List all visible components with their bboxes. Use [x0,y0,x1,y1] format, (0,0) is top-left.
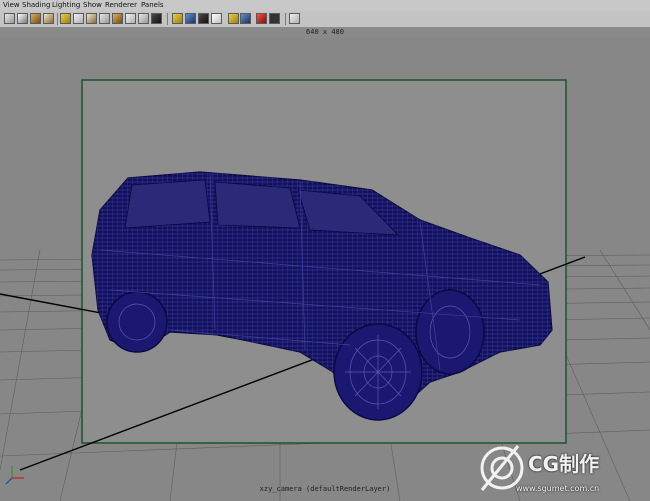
safe-action-icon[interactable] [112,13,123,24]
field-chart-icon[interactable] [99,13,110,24]
panel-toolbar [0,11,650,28]
use-all-lights-icon[interactable] [211,13,222,24]
textured-icon[interactable] [198,13,209,24]
select-camera-icon[interactable] [4,13,15,24]
backface-culling-icon[interactable] [269,13,280,24]
menu-panels[interactable]: Panels [141,0,164,11]
menu-renderer[interactable]: Renderer [105,0,137,11]
smooth-shade-icon[interactable] [185,13,196,24]
high-quality-icon[interactable] [240,13,251,24]
motion-blur-icon[interactable] [289,13,300,24]
toolbar-divider [167,13,168,25]
image-plane-icon[interactable] [43,13,54,24]
film-gate-icon[interactable] [86,13,97,24]
toolbar-divider [285,13,286,25]
shadows-icon[interactable] [228,13,239,24]
resolution-gate-icon[interactable] [60,13,71,24]
xray-icon[interactable] [151,13,162,24]
wireframe-on-shaded-icon[interactable] [256,13,267,24]
wireframe-icon[interactable] [172,13,183,24]
safe-title-icon[interactable] [125,13,136,24]
watermark: CG制作 www.sgumet.com.cn [470,440,650,500]
camera-attributes-icon[interactable] [17,13,28,24]
isolate-select-icon[interactable] [138,13,149,24]
watermark-title: CG制作 [528,452,600,476]
menu-show[interactable]: Show [83,0,102,11]
toolbar-divider [57,13,58,25]
watermark-url: www.sgumet.com.cn [516,484,600,493]
perspective-viewport[interactable] [0,38,650,501]
grid-icon[interactable] [73,13,84,24]
resolution-label: 640 x 480 [306,28,344,36]
menu-lighting[interactable]: Lighting [52,0,80,11]
menu-view[interactable]: View [3,0,20,11]
bookmark-icon[interactable] [30,13,41,24]
menu-shading[interactable]: Shading [22,0,50,11]
